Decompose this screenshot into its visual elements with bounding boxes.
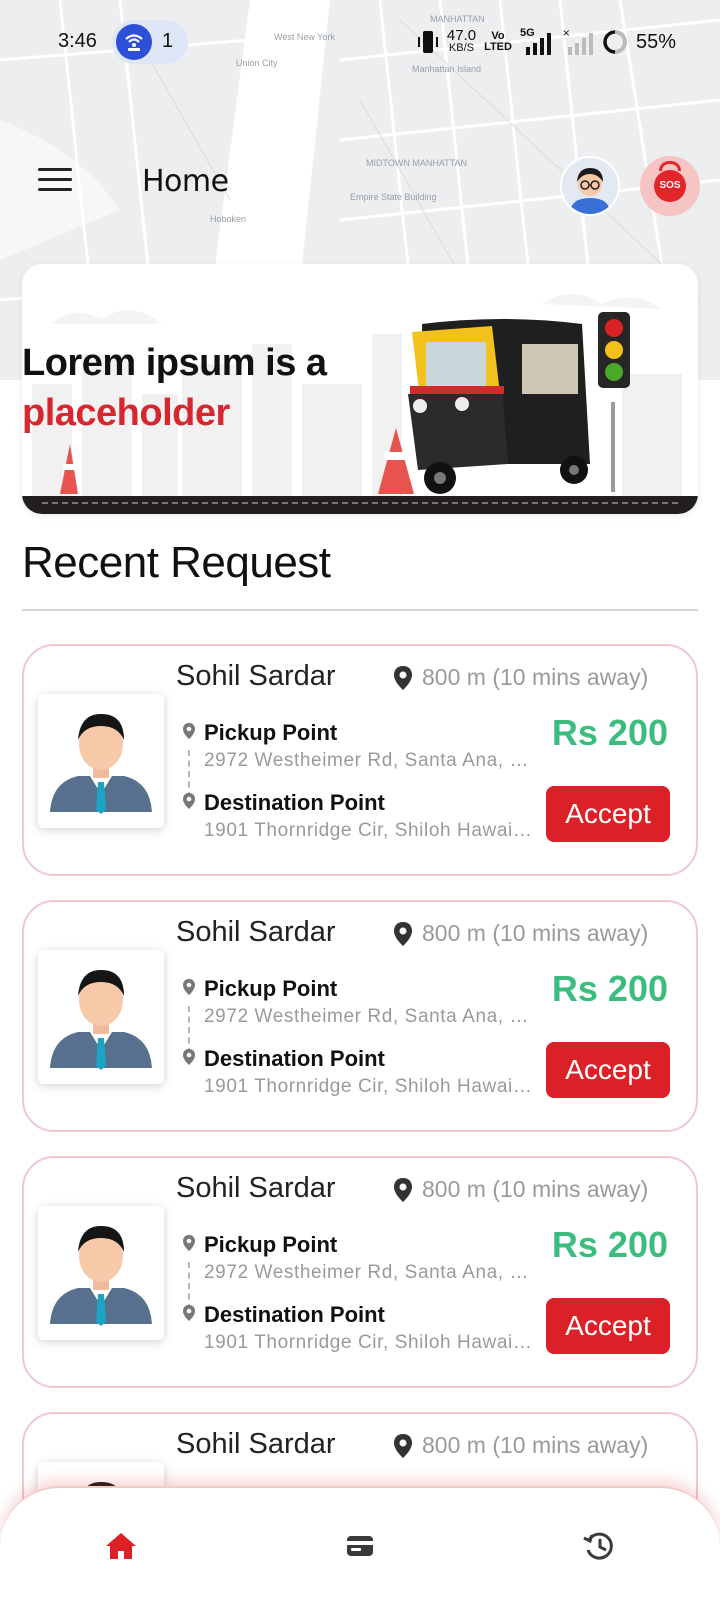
- request-card[interactable]: Sohil Sardar 800 m (10 mins away) Pickup…: [22, 644, 698, 876]
- sos-button[interactable]: SOS: [640, 156, 700, 216]
- promo-banner: Lorem ipsum is a placeholder: [22, 264, 698, 514]
- rider-name: Sohil Sardar: [176, 660, 336, 692]
- status-bar: 3:46 1 47.0 KB/S Vo LTED 5G × 55%: [0, 18, 720, 66]
- location-pin-icon: [394, 1177, 412, 1202]
- destination-address: 1901 Thornridge Cir, Shiloh Hawaii 81063: [204, 1332, 534, 1353]
- destination-address: 1901 Thornridge Cir, Shiloh Hawaii 81063: [204, 820, 534, 841]
- destination-address: 1901 Thornridge Cir, Shiloh Hawaii 81063: [204, 1076, 534, 1097]
- volte-indicator: Vo LTED: [484, 31, 512, 53]
- pickup-label: Pickup Point: [204, 976, 338, 1001]
- distance-info: 800 m (10 mins away): [392, 1176, 648, 1203]
- location-pin-icon: [394, 921, 412, 946]
- rider-photo: [38, 1206, 164, 1340]
- net-speed-value: 47.0: [446, 27, 477, 44]
- fare-amount: Rs 200: [551, 968, 668, 1009]
- pickup-pin-icon: [183, 979, 195, 995]
- rider-name: Sohil Sardar: [176, 1172, 336, 1204]
- distance-text: 800 m (10 mins away): [422, 920, 649, 946]
- route-connector: [188, 1262, 190, 1310]
- destination-pin-icon: [183, 793, 195, 809]
- location-pin-icon: [394, 665, 412, 690]
- destination-pin-icon: [183, 1305, 195, 1321]
- history-icon[interactable]: [581, 1528, 617, 1564]
- avatar-icon: [562, 158, 618, 214]
- signal-5g: 5G: [520, 27, 554, 57]
- banner-highlight: placeholder: [22, 392, 230, 434]
- volte-bottom: LTED: [484, 41, 512, 53]
- distance-info: 800 m (10 mins away): [392, 1432, 648, 1459]
- user-avatar-icon: [38, 1206, 164, 1340]
- battery-icon: [603, 30, 627, 54]
- distance-text: 800 m (10 mins away): [422, 1432, 649, 1458]
- destination-label: Destination Point: [204, 1302, 385, 1327]
- accept-button[interactable]: Accept: [546, 1298, 670, 1354]
- status-time: 3:46: [58, 30, 97, 52]
- svg-text:×: ×: [562, 28, 570, 39]
- bottom-nav: [0, 1486, 720, 1604]
- menu-icon[interactable]: [38, 168, 72, 198]
- fare-amount: Rs 200: [551, 712, 668, 753]
- distance-text: 800 m (10 mins away): [422, 664, 649, 690]
- user-avatar-icon: [38, 950, 164, 1084]
- destination-label: Destination Point: [204, 1046, 385, 1071]
- pickup-pin-icon: [183, 723, 195, 739]
- wallet-icon[interactable]: [342, 1528, 378, 1564]
- hotspot-indicator[interactable]: 1: [112, 20, 188, 64]
- vibrate-icon: [417, 31, 438, 53]
- page-title: Home: [142, 164, 229, 199]
- status-icons: 47.0 KB/S Vo LTED 5G × 55%: [417, 24, 676, 60]
- auto-rickshaw-illustration: [408, 319, 590, 494]
- signal-icon: [525, 33, 551, 55]
- banner-road: [22, 496, 698, 514]
- profile-avatar[interactable]: [560, 156, 620, 216]
- pickup-address: 2972 Westheimer Rd, Santa Ana, Illinois …: [204, 1262, 534, 1283]
- accept-button[interactable]: Accept: [546, 786, 670, 842]
- city-skyline-illustration: [32, 294, 682, 496]
- fare-amount: Rs 200: [551, 1224, 668, 1265]
- location-pin-icon: [394, 1433, 412, 1458]
- home-icon[interactable]: [103, 1528, 139, 1564]
- rider-name: Sohil Sardar: [176, 916, 336, 948]
- pickup-label: Pickup Point: [204, 1232, 338, 1257]
- hotspot-count: 1: [162, 30, 174, 52]
- route-connector: [188, 1006, 190, 1054]
- rider-name: Sohil Sardar: [176, 1428, 336, 1460]
- section-divider: [22, 609, 698, 611]
- accept-button[interactable]: Accept: [546, 1042, 670, 1098]
- sos-label: SOS: [654, 170, 686, 202]
- destination-label: Destination Point: [204, 790, 385, 815]
- battery-percent: 55%: [635, 30, 676, 53]
- route-connector: [188, 750, 190, 798]
- rider-photo: [38, 950, 164, 1084]
- pickup-label: Pickup Point: [204, 720, 338, 745]
- pickup-pin-icon: [183, 1235, 195, 1251]
- distance-info: 800 m (10 mins away): [392, 920, 648, 947]
- request-card[interactable]: Sohil Sardar 800 m (10 mins away) Pickup…: [22, 900, 698, 1132]
- pickup-address: 2972 Westheimer Rd, Santa Ana, Illinois …: [204, 1006, 534, 1027]
- top-bar: Home SOS: [0, 150, 720, 220]
- rider-photo: [38, 694, 164, 828]
- request-card[interactable]: Sohil Sardar 800 m (10 mins away) Pickup…: [22, 1156, 698, 1388]
- network-speed: 47.0 KB/S: [446, 27, 477, 55]
- net-speed-unit: KB/S: [448, 42, 474, 54]
- distance-info: 800 m (10 mins away): [392, 664, 648, 691]
- destination-pin-icon: [183, 1049, 195, 1065]
- user-avatar-icon: [38, 694, 164, 828]
- signal-weak-icon: ×: [562, 28, 593, 55]
- hotspot-icon: [116, 24, 152, 60]
- distance-text: 800 m (10 mins away): [422, 1176, 649, 1202]
- banner-headline: Lorem ipsum is a: [22, 342, 327, 384]
- pickup-address: 2972 Westheimer Rd, Santa Ana, Illinois …: [204, 750, 534, 771]
- section-title: Recent Request: [22, 538, 331, 587]
